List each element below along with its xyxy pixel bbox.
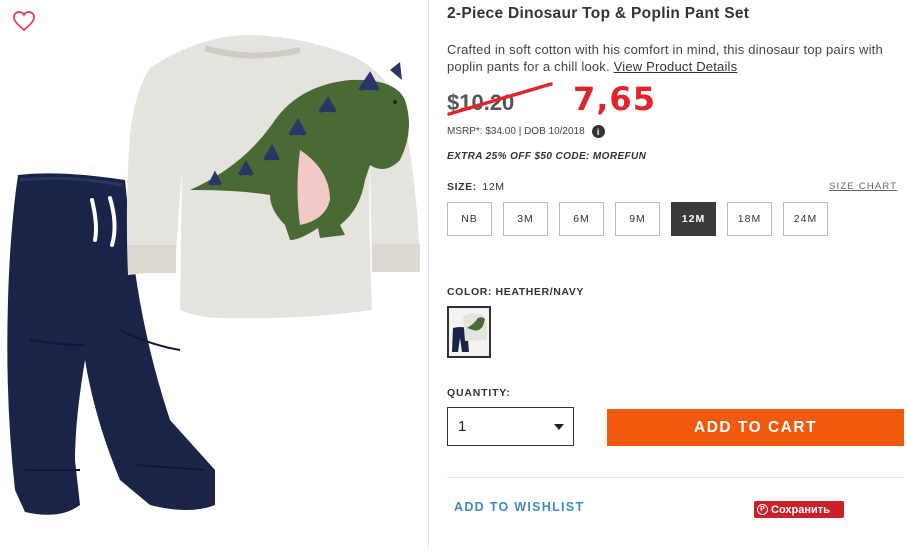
product-image [0,0,428,549]
promo-code: EXTRA 25% OFF $50 CODE: MOREFUN [447,151,647,162]
color-swatch[interactable] [447,306,491,358]
quantity-label: QUANTITY: [447,387,511,399]
size-option-3m[interactable]: 3M [503,202,548,236]
msrp-line: MSRP*: $34.00 | DOB 10/2018 i [447,125,605,138]
size-selected-value: 12M [482,181,505,193]
color-swatch-thumbnail [452,313,487,352]
section-divider [447,477,904,478]
size-option-9m[interactable]: 9M [615,202,660,236]
pinterest-save-button[interactable]: P Сохранить [754,501,844,518]
size-option-6m[interactable]: 6M [559,202,604,236]
product-info-panel: 2-Piece Dinosaur Top & Poplin Pant Set C… [447,0,907,549]
quantity-value: 1 [458,418,467,435]
size-label-text: SIZE: [447,181,477,193]
size-option-nb[interactable]: NB [447,202,492,236]
old-price: $10.20 [447,90,515,115]
heart-icon[interactable] [12,10,36,32]
size-option-12m[interactable]: 12M [671,202,716,236]
sweater-illustration [126,35,420,319]
pinterest-icon: P [757,504,768,515]
add-to-cart-button[interactable]: ADD TO CART [607,409,904,446]
msrp-text: MSRP*: $34.00 | DOB 10/2018 [447,126,585,137]
size-option-18m[interactable]: 18M [727,202,772,236]
add-to-wishlist-link[interactable]: ADD TO WISHLIST [454,500,584,514]
size-label: SIZE: 12M [447,181,505,193]
size-option-24m[interactable]: 24M [783,202,828,236]
panel-divider [428,0,429,549]
quantity-select[interactable]: 1 [447,407,574,446]
info-icon[interactable]: i [591,125,605,138]
pinterest-save-label: Сохранить [771,503,830,516]
chevron-down-icon [554,424,564,430]
view-product-details-link[interactable]: View Product Details [614,59,738,74]
size-chart-link[interactable]: SIZE CHART [829,181,897,192]
product-title: 2-Piece Dinosaur Top & Poplin Pant Set [447,5,750,22]
product-description: Crafted in soft cotton with his comfort … [447,41,905,75]
product-photo-illustration [7,35,420,515]
new-price: 7,65 [573,80,656,118]
color-label: COLOR: HEATHER/NAVY [447,286,585,298]
size-options: NB 3M 6M 9M 12M 18M 24M [447,202,839,236]
